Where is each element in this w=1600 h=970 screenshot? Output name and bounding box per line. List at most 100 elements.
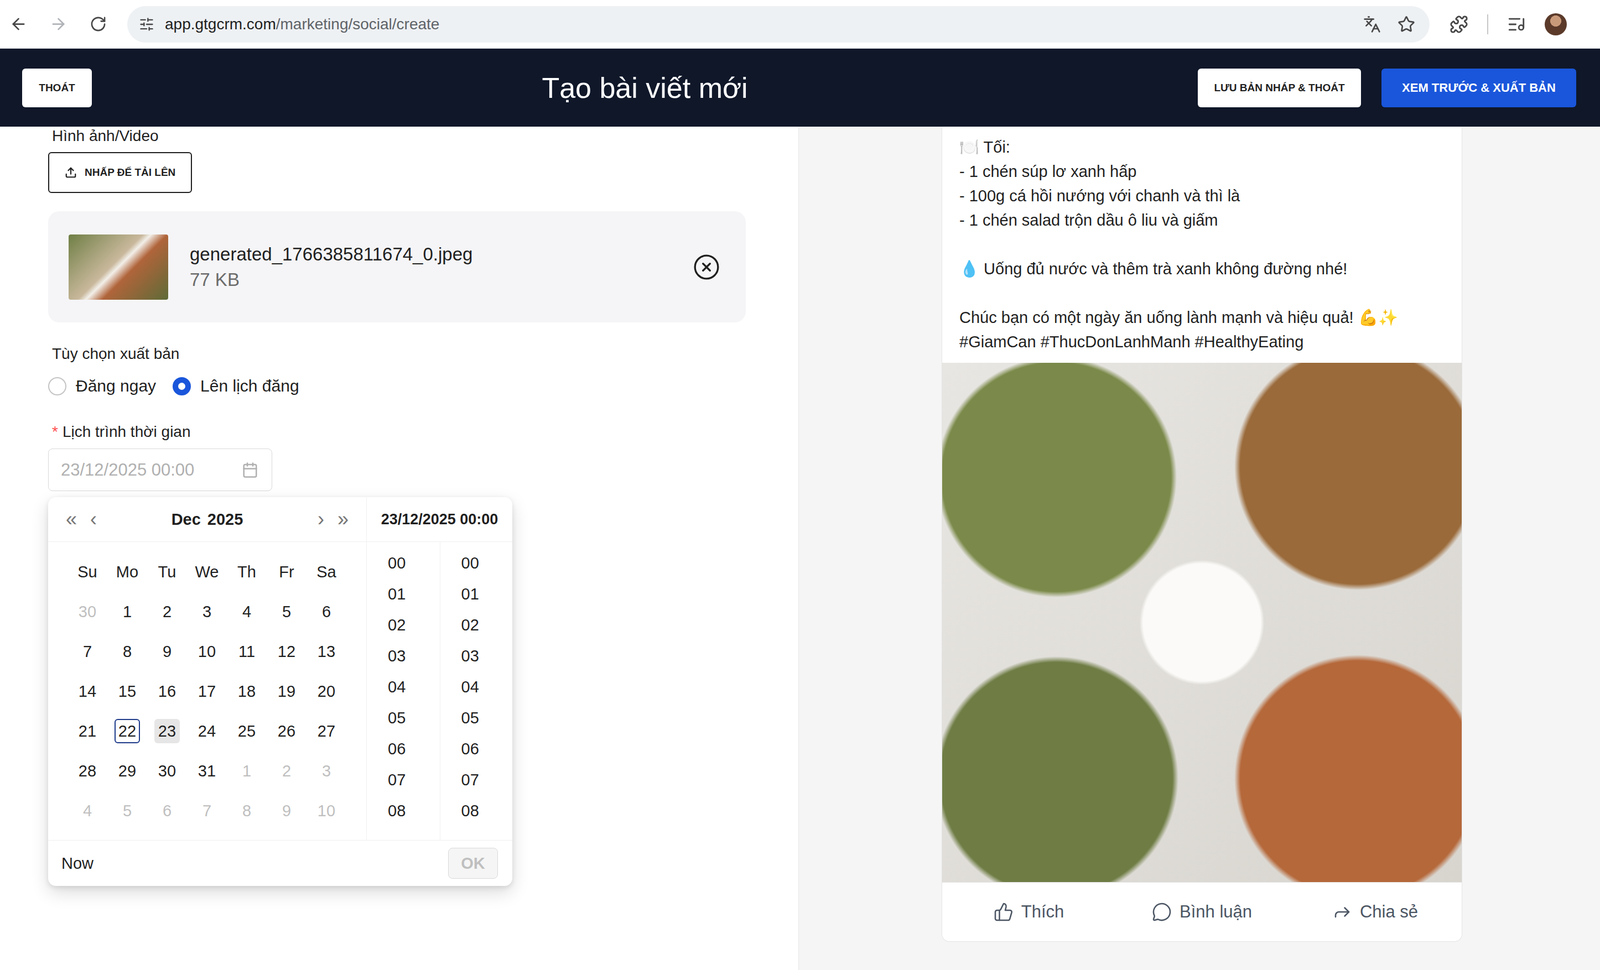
day-cell[interactable]: 1: [107, 591, 148, 632]
day-cell[interactable]: 22: [107, 711, 148, 752]
preview-publish-button[interactable]: XEM TRƯỚC & XUẤT BẢN: [1381, 68, 1577, 108]
next-month-button[interactable]: ›: [309, 507, 332, 532]
day-cell[interactable]: 6: [306, 591, 347, 632]
address-bar[interactable]: app.gtgcrm.com/marketing/social/create: [127, 6, 1430, 43]
day-cell[interactable]: 11: [226, 631, 267, 672]
day-cell[interactable]: 5: [266, 591, 307, 632]
day-cell[interactable]: 24: [186, 711, 227, 752]
radio-button[interactable]: [172, 377, 191, 396]
day-cell[interactable]: 17: [186, 671, 227, 712]
prev-month-button[interactable]: ‹: [82, 507, 105, 532]
share-button[interactable]: Chia sẻ: [1288, 882, 1462, 942]
day-cell[interactable]: 2: [266, 751, 307, 792]
minute-option[interactable]: 06: [440, 733, 513, 765]
remove-file-button[interactable]: [692, 253, 721, 282]
upload-button[interactable]: NHẤP ĐỂ TẢI LÊN: [48, 152, 192, 194]
day-cell[interactable]: 25: [226, 711, 267, 752]
day-cell[interactable]: 23: [147, 711, 187, 752]
publish-options: Đăng ngay Lên lịch đăng: [48, 376, 799, 396]
day-cell[interactable]: 30: [67, 591, 108, 632]
reload-button[interactable]: [82, 8, 114, 40]
hour-option[interactable]: 00: [366, 547, 440, 579]
hour-option[interactable]: 06: [366, 733, 440, 765]
post-line: - 1 chén salad trộn dầu ô liu và giấm: [959, 208, 1445, 233]
day-cell[interactable]: 3: [186, 591, 227, 632]
day-number: 11: [234, 639, 260, 664]
next-year-button[interactable]: »: [331, 507, 355, 532]
minute-option[interactable]: 02: [440, 609, 513, 641]
hour-option[interactable]: 01: [366, 578, 440, 610]
day-cell[interactable]: 6: [147, 791, 187, 831]
comment-button[interactable]: Bình luận: [1115, 882, 1289, 942]
day-cell[interactable]: 1: [226, 751, 267, 792]
day-cell[interactable]: 29: [107, 751, 148, 792]
schedule-input[interactable]: 23/12/2025 00:00: [48, 448, 273, 492]
minute-option[interactable]: 08: [440, 795, 513, 827]
day-cell[interactable]: 3: [306, 751, 347, 792]
day-cell[interactable]: 13: [306, 631, 347, 672]
hour-option[interactable]: 05: [366, 702, 440, 734]
minute-option[interactable]: 04: [440, 671, 513, 703]
now-button[interactable]: Now: [61, 854, 94, 874]
day-cell[interactable]: 2: [147, 591, 187, 632]
file-info: generated_1766385811674_0.jpeg77 KB: [189, 242, 672, 292]
radio-button[interactable]: [48, 377, 67, 396]
ok-button[interactable]: OK: [448, 848, 498, 880]
day-cell[interactable]: 15: [107, 671, 148, 712]
day-cell[interactable]: 28: [67, 751, 108, 792]
day-number: 9: [273, 798, 300, 824]
day-cell[interactable]: 26: [266, 711, 307, 752]
day-cell[interactable]: 16: [147, 671, 187, 712]
day-cell[interactable]: 20: [306, 671, 347, 712]
profile-avatar[interactable]: [1544, 13, 1567, 36]
hour-option[interactable]: 04: [366, 671, 440, 703]
minute-option[interactable]: 03: [440, 640, 513, 672]
day-cell[interactable]: 8: [226, 791, 267, 831]
day-number: 1: [234, 759, 260, 784]
hour-option[interactable]: 07: [366, 764, 440, 796]
minute-option[interactable]: 07: [440, 764, 513, 796]
day-cell[interactable]: 9: [266, 791, 307, 831]
back-button[interactable]: [2, 8, 34, 40]
day-cell[interactable]: 30: [147, 751, 187, 792]
day-cell[interactable]: 5: [107, 791, 148, 831]
file-thumbnail: [68, 234, 169, 300]
minute-option[interactable]: 01: [440, 578, 513, 610]
prev-year-button[interactable]: «: [60, 507, 83, 532]
site-info-button[interactable]: [137, 14, 157, 34]
like-button[interactable]: Thích: [942, 882, 1116, 942]
minute-option[interactable]: 05: [440, 702, 513, 734]
reload-icon: [89, 15, 107, 33]
day-cell[interactable]: 10: [186, 631, 227, 672]
publish-option[interactable]: Đăng ngay: [48, 376, 157, 396]
post-paragraph: 💧 Uống đủ nước và thêm trà xanh không đư…: [959, 256, 1445, 282]
day-cell[interactable]: 14: [67, 671, 108, 712]
day-cell[interactable]: 21: [67, 711, 108, 752]
day-cell[interactable]: 9: [147, 631, 187, 672]
save-draft-button[interactable]: LƯU BẢN NHÁP & THOÁT: [1197, 68, 1361, 108]
day-cell[interactable]: 18: [226, 671, 267, 712]
month-name[interactable]: Dec: [171, 510, 201, 529]
day-cell[interactable]: 10: [306, 791, 347, 831]
day-cell[interactable]: 7: [186, 791, 227, 831]
day-cell[interactable]: 8: [107, 631, 148, 672]
forward-button[interactable]: [42, 8, 74, 40]
year-name[interactable]: 2025: [207, 510, 244, 529]
exit-button[interactable]: THOÁT: [22, 68, 92, 108]
minute-option[interactable]: 00: [440, 547, 513, 579]
day-cell[interactable]: 4: [67, 791, 108, 831]
day-cell[interactable]: 31: [186, 751, 227, 792]
day-cell[interactable]: 7: [67, 631, 108, 672]
hour-option[interactable]: 02: [366, 609, 440, 641]
hour-option[interactable]: 08: [366, 795, 440, 827]
bookmark-star-icon[interactable]: [1397, 15, 1416, 34]
day-cell[interactable]: 27: [306, 711, 347, 752]
extensions-puzzle-icon[interactable]: [1449, 14, 1469, 34]
media-controls-icon[interactable]: [1507, 14, 1526, 34]
day-cell[interactable]: 19: [266, 671, 307, 712]
translate-icon[interactable]: [1363, 15, 1381, 34]
day-cell[interactable]: 4: [226, 591, 267, 632]
day-cell[interactable]: 12: [266, 631, 307, 672]
publish-option[interactable]: Lên lịch đăng: [172, 376, 299, 396]
hour-option[interactable]: 03: [366, 640, 440, 672]
